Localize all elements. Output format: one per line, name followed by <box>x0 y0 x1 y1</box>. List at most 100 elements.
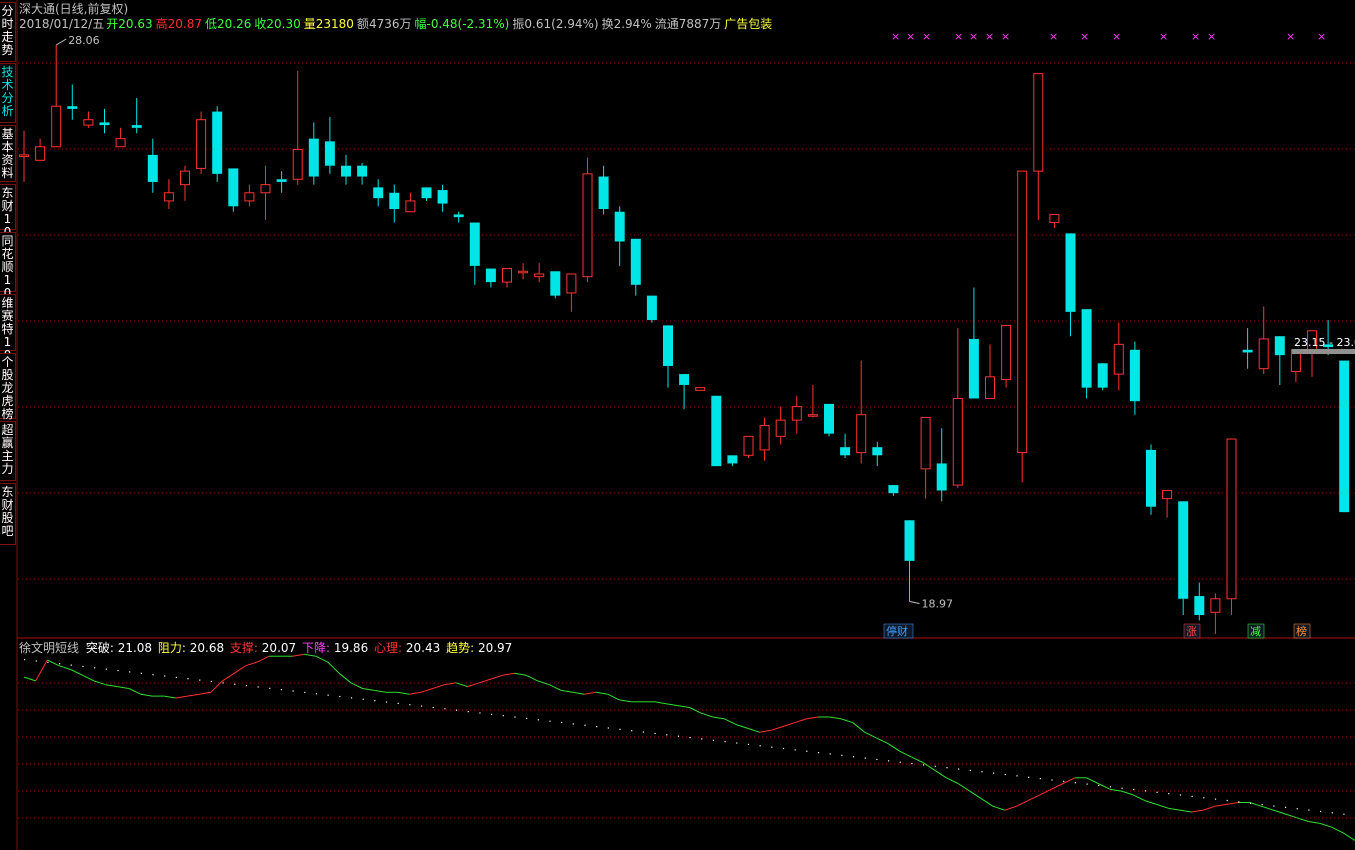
trend-dot <box>350 697 353 699</box>
trend-dot <box>1063 780 1065 782</box>
indicator-segment <box>502 672 515 676</box>
indicator-segment <box>350 682 363 689</box>
event-marker: × <box>922 30 931 43</box>
candle-body <box>614 211 625 242</box>
trend-dot <box>677 735 680 737</box>
candle-body <box>99 122 110 126</box>
indicator-segment <box>58 665 71 670</box>
trend-dot <box>1004 773 1006 776</box>
candle-body <box>308 138 319 177</box>
indicator-segment <box>572 691 585 695</box>
candle-body <box>759 425 770 451</box>
candle-body <box>341 165 351 177</box>
trend-dot <box>1331 812 1333 814</box>
indicator-segment <box>1004 805 1017 811</box>
trend-dot <box>280 689 283 691</box>
candle-body <box>1081 309 1092 388</box>
indicator-segment <box>981 798 994 807</box>
trend-dot <box>1028 776 1030 778</box>
trend-dot <box>899 761 901 763</box>
trend-dot <box>140 672 142 674</box>
candle-body <box>196 119 207 169</box>
indicator-segment <box>701 712 714 718</box>
indicator-segment <box>1179 809 1192 813</box>
candle-body <box>872 447 883 456</box>
trend-dot <box>1238 801 1240 803</box>
candle-body <box>502 268 512 283</box>
trend-dot <box>514 716 516 718</box>
trend-dot <box>876 758 878 761</box>
trend-dot <box>1156 791 1158 793</box>
event-marker: × <box>954 30 963 43</box>
event-marker: × <box>1049 30 1058 43</box>
indicator-segment <box>957 783 970 792</box>
indicator-segment <box>140 693 153 697</box>
trend-dot <box>526 717 528 720</box>
trend-dot <box>129 671 131 673</box>
indicator-segment <box>1214 803 1227 807</box>
indicator-segment <box>1226 802 1239 805</box>
candle-body <box>727 455 738 464</box>
candle-body <box>83 119 94 126</box>
indicator-segment <box>467 682 480 688</box>
candle-body <box>147 154 158 182</box>
indicator-segment <box>759 729 772 733</box>
trend-dot <box>491 713 493 715</box>
indicator-segment <box>1109 788 1122 792</box>
indicator-segment <box>35 659 48 682</box>
candle-body <box>904 520 915 561</box>
indicator-segment <box>654 701 667 705</box>
indicator-segment <box>1097 783 1111 790</box>
indicator-segment <box>479 678 492 684</box>
candle-body <box>952 397 963 486</box>
candle-body <box>469 222 480 266</box>
indicator-segment <box>677 705 690 708</box>
indicator-segment <box>537 680 550 686</box>
kline-chart[interactable]: 28.06 18.97 23.15 - 23.0 × × × × × × × × × × × × × × × 停财 涨… <box>0 0 1355 850</box>
trend-dot <box>864 757 866 759</box>
candle-body <box>888 485 899 494</box>
trend-dot <box>70 664 72 666</box>
indicator-segment <box>327 661 340 674</box>
trend-dot <box>444 708 446 710</box>
candle-body <box>115 138 126 148</box>
candle-body <box>1242 349 1253 353</box>
candle-body <box>1178 501 1189 599</box>
candle-body <box>518 270 529 274</box>
event-badge: 榜 <box>1296 624 1307 638</box>
high-marker-line <box>55 38 67 46</box>
indicator-segment <box>70 669 83 676</box>
candle-body <box>373 187 384 199</box>
indicator-segment <box>747 727 760 733</box>
trend-dot <box>712 739 715 741</box>
indicator-segment <box>304 653 316 657</box>
indicator-segment <box>1168 807 1180 811</box>
candle-body <box>357 165 368 177</box>
trend-dot <box>1039 778 1041 780</box>
indicator-segment <box>794 718 807 724</box>
indicator-segment <box>1273 809 1286 815</box>
high-price-label: 28.06 <box>68 34 100 47</box>
candle-body <box>324 141 335 166</box>
trend-dot <box>852 756 855 758</box>
event-badge: 停财 <box>886 624 908 638</box>
candle-body <box>791 406 802 421</box>
trend-dot <box>1319 810 1322 813</box>
trend-dot <box>1296 808 1298 810</box>
event-marker: × <box>1080 30 1089 43</box>
trend-dot <box>946 767 948 769</box>
indicator-segment <box>841 718 854 724</box>
candle-body <box>244 192 255 202</box>
candle-body <box>1017 170 1028 454</box>
candle-body <box>131 125 142 128</box>
trend-dot <box>724 741 726 743</box>
trend-dot <box>467 710 469 713</box>
candle-body <box>663 325 673 366</box>
trend-dot <box>1144 790 1147 792</box>
candle-body <box>1274 336 1285 356</box>
candle-body <box>453 214 464 218</box>
candle-body <box>19 154 29 157</box>
trend-dot <box>619 728 621 730</box>
trend-dot <box>175 676 177 678</box>
trend-dot <box>969 769 971 772</box>
